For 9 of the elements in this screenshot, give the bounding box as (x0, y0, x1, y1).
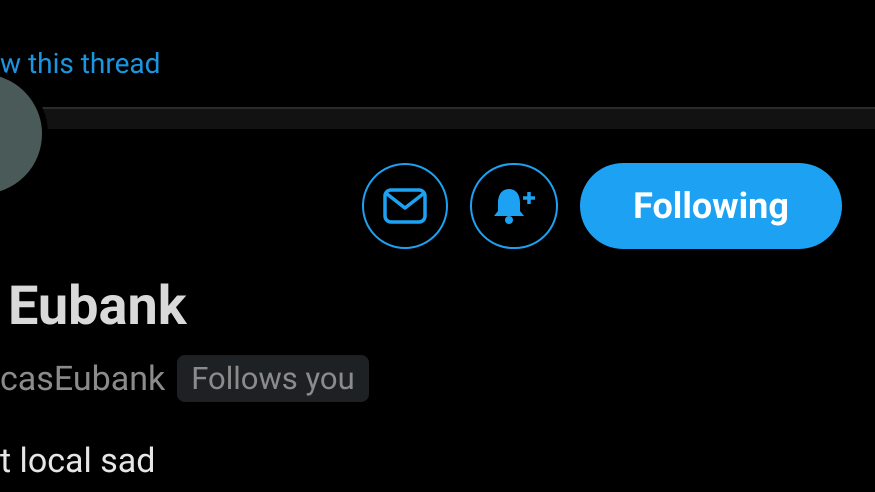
envelope-icon (383, 188, 427, 224)
message-button[interactable] (362, 163, 448, 249)
profile-name: Eubank (8, 280, 187, 334)
notification-button[interactable] (470, 163, 558, 249)
profile-handle: casEubank (0, 362, 166, 396)
bell-plus-icon (491, 186, 537, 226)
profile-bio: t local sad (0, 441, 156, 481)
follows-you-badge: Follows you (177, 355, 369, 402)
thread-link[interactable]: w this thread (0, 50, 160, 78)
